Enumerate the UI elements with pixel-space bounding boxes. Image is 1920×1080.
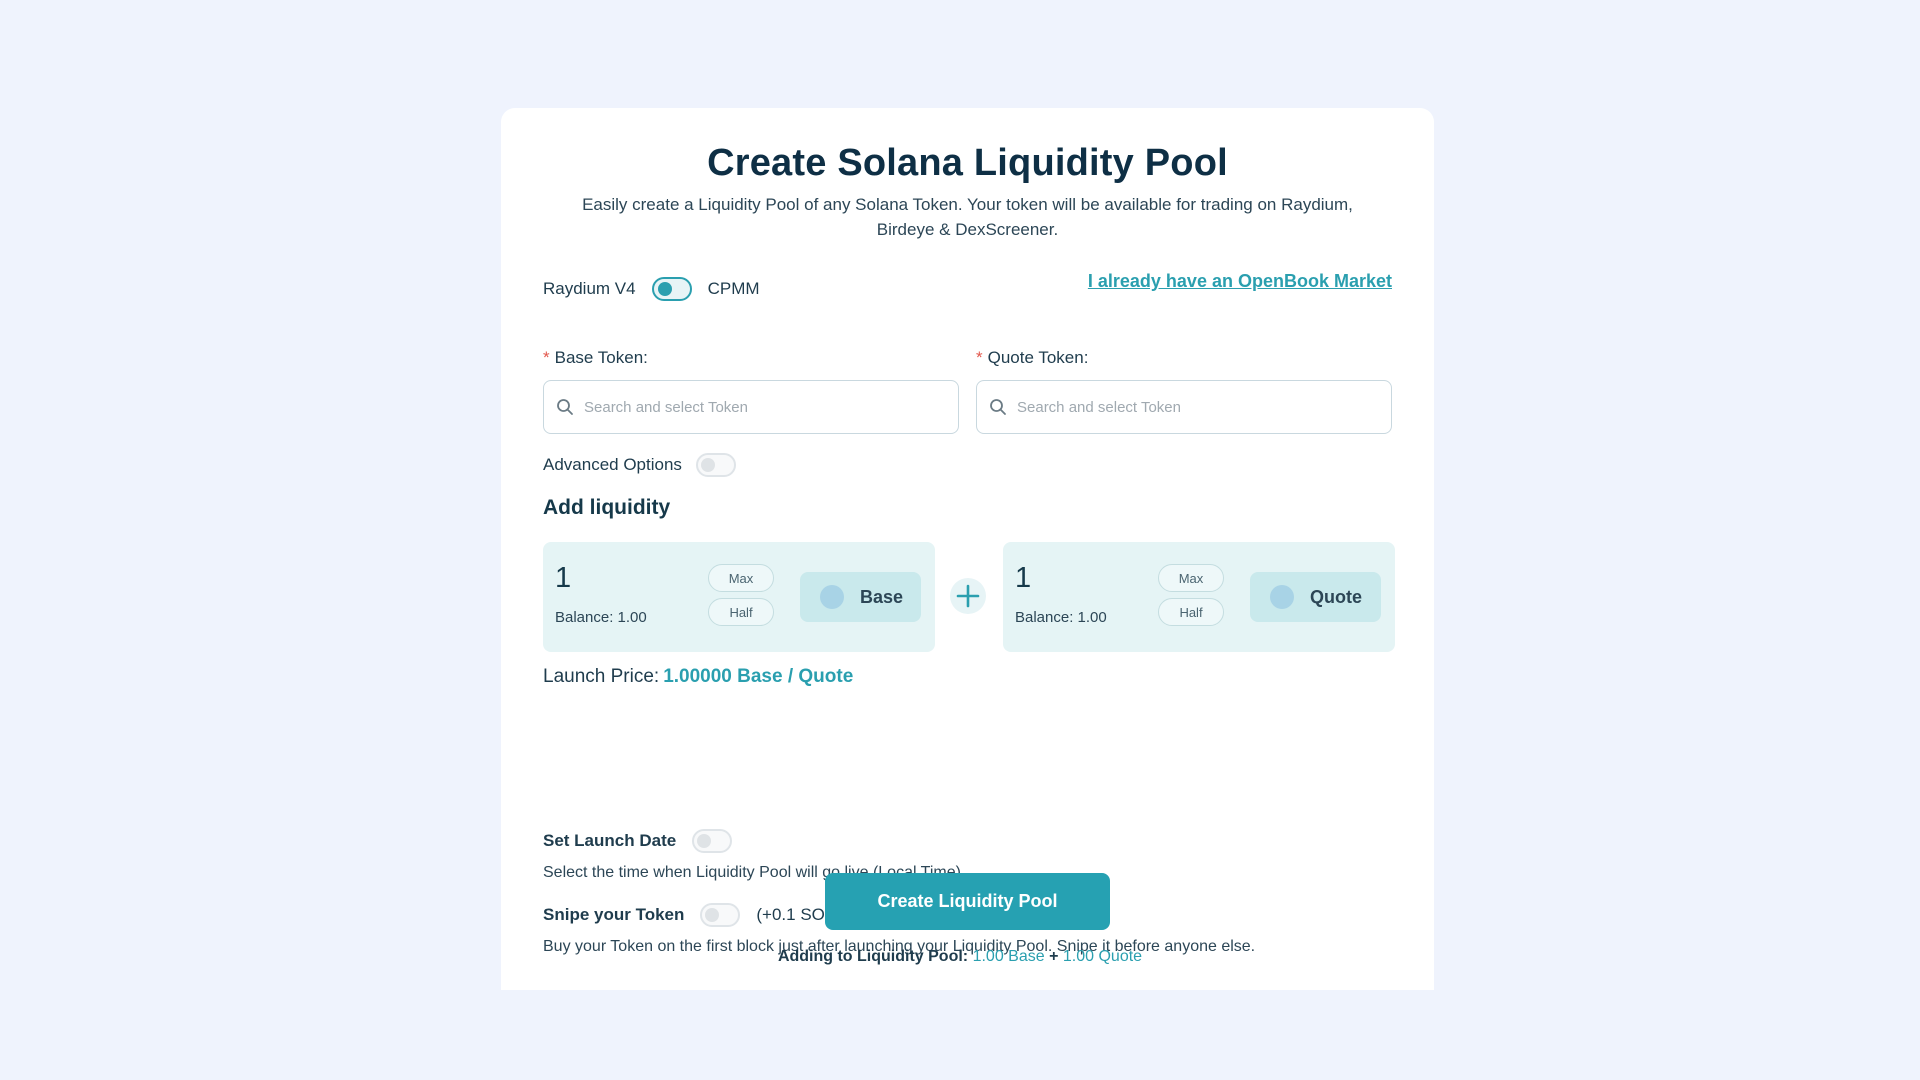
summary-base: 1.00 Base	[972, 948, 1045, 965]
liquidity-summary: Adding to Liquidity Pool: 1.00 Base + 1.…	[0, 948, 1920, 966]
base-token-label: * Base Token:	[543, 348, 648, 368]
base-liquidity-box: 1 Balance: 1.00 Max Half Base	[543, 542, 935, 652]
add-liquidity-title: Add liquidity	[543, 496, 671, 519]
raydium-v4-label: Raydium V4	[543, 279, 636, 298]
subtitle-line-1: Easily create a Liquidity Pool of any So…	[582, 195, 1353, 214]
snipe-row: Snipe your Token (+0.1 SOL)	[543, 900, 840, 930]
launch-price-label: Launch Price:	[543, 666, 660, 687]
base-balance: Balance: 1.00	[555, 609, 647, 626]
snipe-label: Snipe your Token	[543, 905, 685, 924]
snipe-toggle[interactable]	[700, 903, 741, 927]
advanced-options-label: Advanced Options	[543, 455, 682, 474]
cpmm-label: CPMM	[707, 279, 760, 298]
base-token-select-button[interactable]: Base	[800, 572, 921, 622]
summary-quote: 1.00 Quote	[1062, 948, 1143, 965]
quote-amount-input[interactable]: 1	[1015, 562, 1031, 595]
summary-plus: +	[1049, 948, 1059, 965]
quote-token-search-input[interactable]: Search and select Token	[976, 380, 1392, 434]
quote-token-name: Quote	[1310, 586, 1362, 607]
base-token-label-text: Base Token:	[554, 348, 648, 367]
toggle-knob	[705, 908, 720, 922]
search-icon	[990, 399, 1006, 415]
openbook-market-link[interactable]: I already have an OpenBook Market	[1088, 271, 1392, 292]
quote-liquidity-box: 1 Balance: 1.00 Max Half Quote	[1003, 542, 1395, 652]
required-mark: *	[543, 348, 550, 367]
quote-token-label-text: Quote Token:	[987, 348, 1089, 367]
quote-balance: Balance: 1.00	[1015, 609, 1107, 626]
advanced-options-row: Advanced Options	[543, 450, 736, 480]
launch-price: Launch Price: 1.00000 Base / Quote	[543, 666, 853, 688]
base-token-search-input[interactable]: Search and select Token	[543, 380, 959, 434]
quote-token-placeholder: Search and select Token	[1017, 398, 1181, 416]
card-content: Create Solana Liquidity Pool Easily crea…	[543, 108, 1395, 990]
plus-icon	[950, 578, 986, 614]
base-token-placeholder: Search and select Token	[584, 398, 748, 416]
toggle-knob	[700, 458, 715, 472]
quote-max-button[interactable]: Max	[1158, 564, 1224, 592]
base-max-button[interactable]: Max	[708, 564, 774, 592]
token-logo-icon	[820, 585, 844, 609]
launch-date-toggle[interactable]	[692, 829, 733, 853]
launch-date-label: Set Launch Date	[543, 831, 677, 850]
pool-type-toggle[interactable]	[651, 277, 692, 301]
summary-prefix: Adding to Liquidity Pool:	[777, 948, 969, 965]
base-half-button[interactable]: Half	[708, 598, 774, 626]
token-logo-icon	[1270, 585, 1294, 609]
base-amount-input[interactable]: 1	[555, 562, 571, 595]
page-subtitle: Easily create a Liquidity Pool of any So…	[553, 192, 1382, 242]
quote-token-label: * Quote Token:	[976, 348, 1088, 368]
toggle-knob	[697, 834, 712, 848]
required-mark: *	[976, 348, 983, 367]
quote-half-button[interactable]: Half	[1158, 598, 1224, 626]
create-pool-card: Create Solana Liquidity Pool Easily crea…	[501, 108, 1434, 990]
pool-type-switch: Raydium V4 CPMM	[543, 273, 760, 305]
advanced-options-toggle[interactable]	[695, 453, 736, 477]
search-icon	[557, 399, 573, 415]
page-title: Create Solana Liquidity Pool	[707, 142, 1228, 184]
plus-glyph-icon	[956, 584, 980, 608]
base-token-name: Base	[860, 586, 904, 607]
subtitle-line-2: Birdeye & DexScreener.	[876, 220, 1059, 239]
launch-date-row: Set Launch Date	[543, 826, 733, 856]
create-liquidity-pool-button[interactable]: Create Liquidity Pool	[825, 873, 1110, 930]
quote-token-select-button[interactable]: Quote	[1250, 572, 1381, 622]
toggle-knob	[657, 282, 672, 296]
launch-price-value: 1.00000 Base / Quote	[663, 666, 854, 687]
